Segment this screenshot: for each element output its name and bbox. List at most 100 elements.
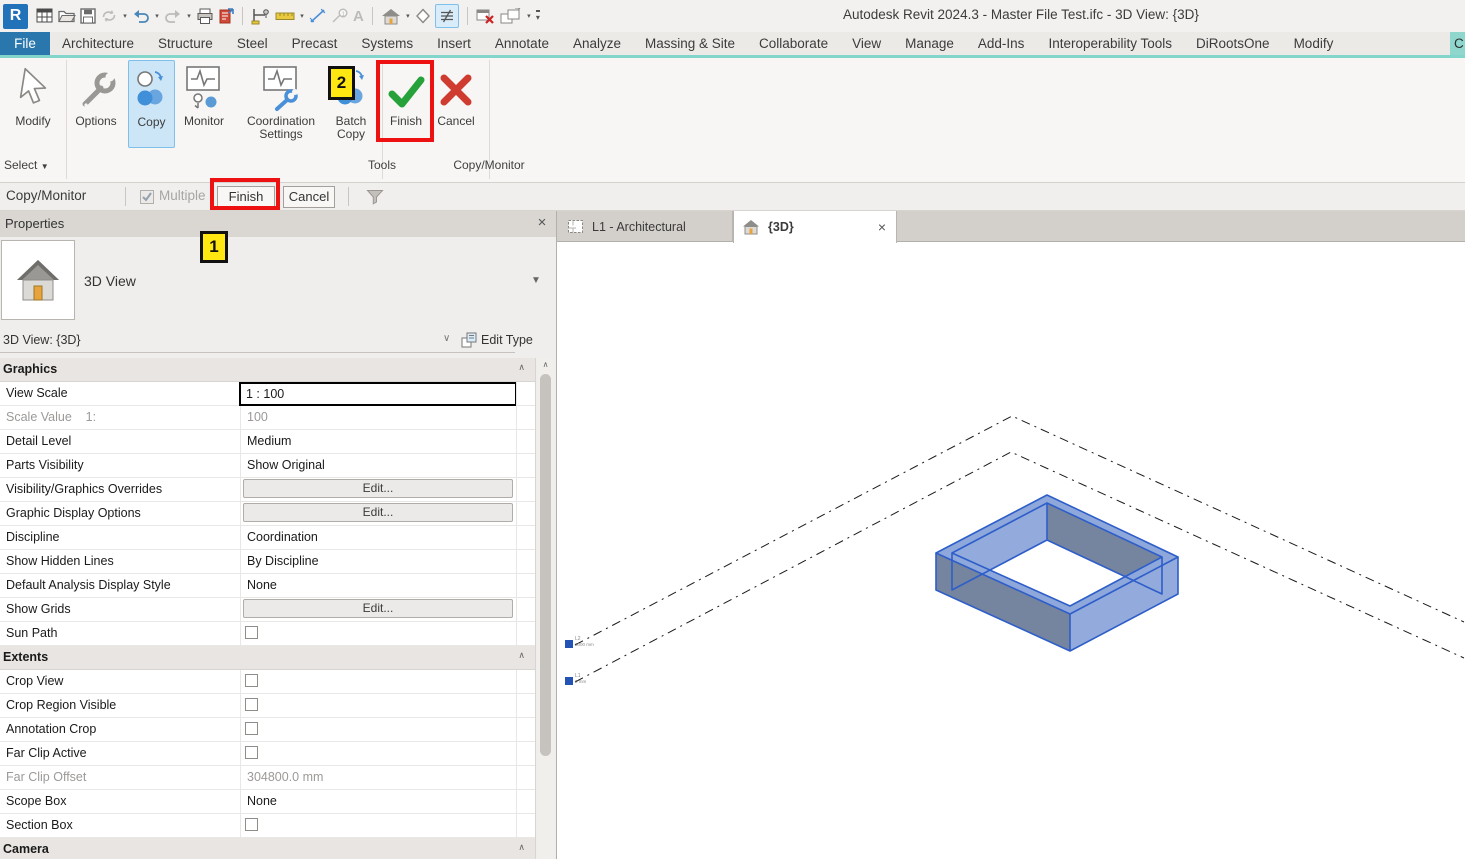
cancel-button-ribbon[interactable]: Cancel [431,60,481,128]
select-dropdown-icon[interactable]: ▼ [41,162,49,171]
tab-file[interactable]: File [0,32,50,55]
cancel-button-options-bar[interactable]: Cancel [283,186,335,208]
tab-insert[interactable]: Insert [425,32,483,55]
measure-dropdown-icon[interactable]: ▾ [297,12,307,20]
tab-precast[interactable]: Precast [280,32,350,55]
collapse-chevron-icon[interactable]: ∧ [518,842,525,853]
prop-value[interactable]: Coordination [240,526,516,550]
sync-dropdown-icon[interactable]: ▾ [120,12,130,20]
instance-name[interactable]: 3D View: {3D} [3,333,81,347]
filter-icon[interactable] [366,189,384,208]
properties-close-icon[interactable]: × [534,214,550,231]
tab-contextual-copy-monitor[interactable]: C [1450,32,1465,55]
prop-value-input[interactable]: 1 : 100 [239,382,517,406]
tab-collaborate[interactable]: Collaborate [747,32,840,55]
collapse-chevron-icon[interactable]: ∧ [518,362,525,373]
level-head-l1[interactable]: L1 0 mm [565,673,587,685]
tab-add-ins[interactable]: Add-Ins [966,32,1037,55]
project-grid-icon[interactable] [36,4,54,28]
selected-wall-loop[interactable] [936,495,1178,651]
view-tab-close-icon[interactable]: × [876,219,888,235]
checkbox-far-clip-active[interactable] [245,746,258,759]
properties-title: Properties [5,216,64,231]
tab-dirootsone[interactable]: DiRootsOne [1184,32,1282,55]
prop-value[interactable]: None [240,790,516,814]
switch-windows-icon[interactable] [500,4,522,28]
section-icon[interactable] [415,4,431,28]
options-button[interactable]: Options [68,60,124,128]
prop-row-detail-level: Detail LevelMedium [0,430,535,454]
ribbon-tab-row: File ArchitectureStructureSteelPrecastSy… [0,32,1465,58]
thin-lines-icon[interactable] [435,4,459,28]
checkbox-sun-path[interactable] [245,626,258,639]
section-camera[interactable]: Camera∧ [0,838,535,859]
modify-button[interactable]: Modify [4,60,62,128]
default-3d-view-icon[interactable] [381,4,401,28]
section-extents[interactable]: Extents∧ [0,646,535,670]
close-inactive-views-icon[interactable] [476,4,496,28]
view-tab-3d[interactable]: {3D} × [733,211,897,243]
print-icon[interactable] [196,4,214,28]
collapse-chevron-icon[interactable]: ∧ [518,650,525,661]
svg-text:0 mm: 0 mm [575,679,587,684]
tab-manage[interactable]: Manage [893,32,966,55]
aligned-dimension-icon[interactable] [309,4,327,28]
tab-modify[interactable]: Modify [1282,32,1346,55]
undo-dropdown-icon[interactable]: ▾ [152,12,162,20]
qat-separator [467,7,468,25]
tab-structure[interactable]: Structure [146,32,225,55]
edit-button-visibility-graphics-overrides[interactable]: Edit... [243,479,513,498]
scrollbar-thumb[interactable] [540,374,551,756]
copy-button[interactable]: Copy [128,60,175,148]
floor-plan-icon [567,219,584,235]
tab-analyze[interactable]: Analyze [561,32,633,55]
checkbox-crop-region-visible[interactable] [245,698,258,711]
level-head-l2[interactable]: L2 3000 mm [565,636,594,648]
svg-text:3000 mm: 3000 mm [575,642,594,647]
tab-systems[interactable]: Systems [349,32,425,55]
prop-value[interactable]: By Discipline [240,550,516,574]
redo-dropdown-icon[interactable]: ▾ [184,12,194,20]
prop-label: Section Box [6,818,73,832]
edit-type-button[interactable]: Edit Type [481,333,533,347]
checkbox-annotation-crop[interactable] [245,722,258,735]
3d-view-canvas[interactable]: L2 3000 mm L1 0 mm [557,242,1465,859]
select-panel-label[interactable]: Select ▼ [4,158,64,176]
scroll-up-icon[interactable]: ∧ [538,360,553,369]
instance-dropdown-icon[interactable]: ∨ [443,333,450,344]
edit-button-graphic-display-options[interactable]: Edit... [243,503,513,522]
multiple-checkbox[interactable] [140,190,154,204]
customize-quick-access-icon[interactable]: ▾ [536,4,540,28]
save-icon[interactable] [80,4,96,28]
edit-button-show-grids[interactable]: Edit... [243,599,513,618]
prop-row-default-analysis-display-style: Default Analysis Display StyleNone [0,574,535,598]
undo-icon[interactable] [132,4,150,28]
prop-value [240,718,516,742]
prop-label: Parts Visibility [6,458,84,472]
prop-value[interactable]: Medium [240,430,516,454]
3d-view-dropdown-icon[interactable]: ▾ [403,12,413,20]
checkbox-section-box[interactable] [245,818,258,831]
measure-icon[interactable] [275,4,295,28]
type-selector-dropdown-icon[interactable]: ▼ [531,275,541,286]
prop-value[interactable]: Show Original [240,454,516,478]
tab-steel[interactable]: Steel [225,32,280,55]
section-graphics[interactable]: Graphics∧ [0,358,535,382]
tab-massing-site[interactable]: Massing & Site [633,32,747,55]
pin-dimension-icon[interactable] [251,4,271,28]
switch-windows-dropdown-icon[interactable]: ▾ [524,12,534,20]
view-tab-l1-architectural[interactable]: L1 - Architectural [559,211,733,242]
tab-view[interactable]: View [840,32,893,55]
transfer-icon[interactable] [218,4,234,28]
prop-value[interactable]: None [240,574,516,598]
properties-scrollbar[interactable]: ∧ [538,358,553,859]
tab-annotate[interactable]: Annotate [483,32,561,55]
type-selector[interactable]: 3D View ▼ [0,237,556,330]
open-icon[interactable] [58,4,76,28]
checkbox-crop-view[interactable] [245,674,258,687]
tab-interoperability-tools[interactable]: Interoperability Tools [1036,32,1184,55]
monitor-button[interactable]: Monitor [176,60,232,128]
tab-architecture[interactable]: Architecture [50,32,146,55]
revit-logo[interactable]: R [3,4,28,29]
coordination-settings-button[interactable]: Coordination Settings [236,60,326,141]
